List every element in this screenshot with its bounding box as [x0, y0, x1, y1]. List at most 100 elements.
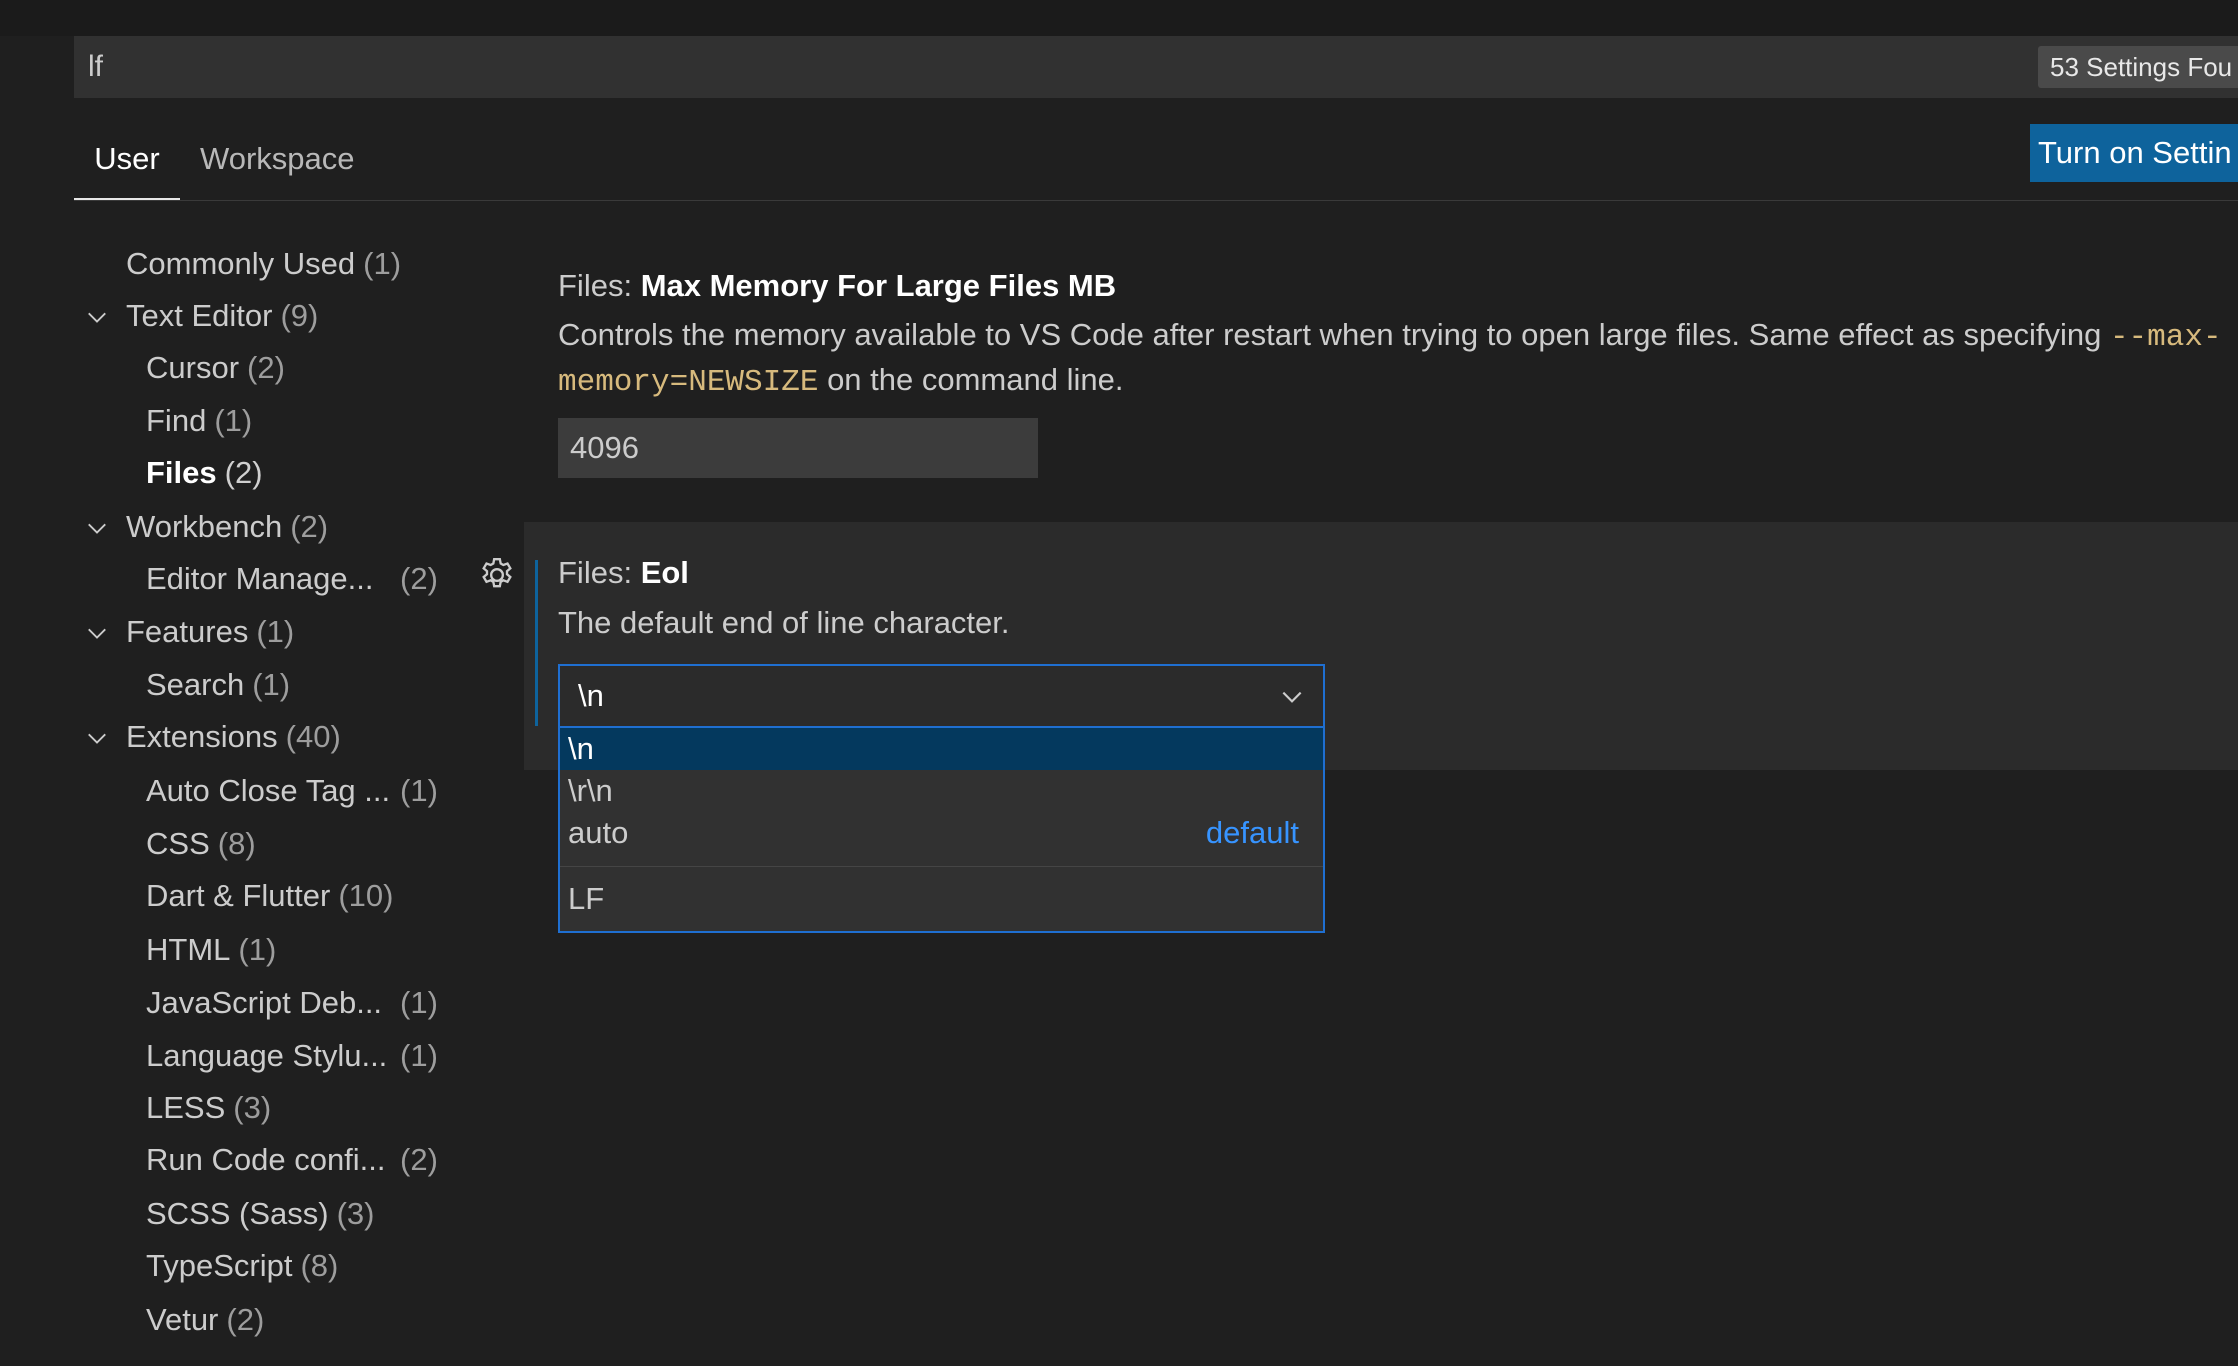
- toc-item-label: Commonly Used: [126, 246, 356, 281]
- toc-item-label: Files: [146, 455, 217, 490]
- toc-item-label: LESS: [146, 1090, 226, 1125]
- toc-item-count: (8): [300, 1248, 339, 1283]
- toc-item-label: Run Code confi...: [146, 1142, 386, 1177]
- toc-item-label: Find: [146, 403, 207, 438]
- setting-title-eol: Files: Eol: [558, 551, 689, 595]
- option-description: LF: [568, 881, 605, 916]
- settings-scope-tabs: User Workspace: [74, 130, 2238, 202]
- eol-select-value: \n: [578, 678, 604, 713]
- toc-item-label: TypeScript: [146, 1248, 293, 1283]
- toc-item-count: (1): [400, 1038, 438, 1073]
- toc-item-count: (2): [400, 1142, 438, 1177]
- settings-count-badge: 53 Settings Fou: [2038, 46, 2238, 88]
- toc-item-editor-manage[interactable]: Editor Manage... (2): [146, 555, 438, 603]
- toc-item-count: (1): [400, 985, 438, 1020]
- eol-dropdown-list: \n \r\n auto default LF: [558, 728, 1325, 933]
- toc-item-count: (1): [256, 614, 295, 649]
- toc-item-count: (1): [238, 932, 277, 967]
- tabs-divider: [74, 200, 2238, 201]
- toc-item-features[interactable]: Features (1): [88, 608, 295, 656]
- toc-item-label: Cursor: [146, 350, 240, 385]
- toc-item-label: Language Stylu...: [146, 1038, 388, 1073]
- toc-item-count: (2): [290, 509, 329, 544]
- toc-item-javascript-deb[interactable]: JavaScript Deb... (1): [146, 979, 438, 1027]
- setting-name: Max Memory For Large Files MB: [640, 268, 1117, 303]
- toc-item-files[interactable]: Files (2): [146, 449, 263, 497]
- toc-item-label: Workbench: [126, 509, 283, 544]
- search-input[interactable]: [88, 36, 1988, 98]
- turn-on-settings-sync-button[interactable]: Turn on Settin: [2030, 124, 2238, 182]
- toc-item-count: (3): [233, 1090, 272, 1125]
- toc-item-label: JavaScript Deb...: [146, 985, 383, 1020]
- tab-workspace[interactable]: Workspace: [200, 130, 355, 200]
- toc-item-label: CSS: [146, 826, 210, 861]
- gear-icon[interactable]: [477, 555, 517, 595]
- setting-category: Files:: [558, 555, 641, 590]
- toc-item-dart-flutter[interactable]: Dart & Flutter (10): [146, 872, 393, 920]
- toc-item-text-editor[interactable]: Text Editor (9): [88, 292, 319, 340]
- toc-item-cursor[interactable]: Cursor (2): [146, 344, 285, 392]
- toc-item-typescript[interactable]: TypeScript (8): [146, 1242, 338, 1290]
- toc-item-count: (2): [247, 350, 285, 385]
- search-bar: 53 Settings Fou: [74, 36, 2238, 98]
- focused-setting-indicator: [535, 560, 538, 726]
- description-text: Controls the memory available to VS Code…: [558, 317, 2110, 352]
- toc-item-label: SCSS (Sass): [146, 1196, 329, 1231]
- toc-item-extensions[interactable]: Extensions (40): [88, 713, 341, 761]
- toc-item-label: Editor Manage...: [146, 561, 374, 596]
- toc-item-label: Auto Close Tag ...: [146, 773, 391, 808]
- setting-category: Files:: [558, 268, 641, 303]
- toc-item-language-stylu[interactable]: Language Stylu... (1): [146, 1032, 438, 1080]
- chevron-down-icon[interactable]: [86, 517, 108, 539]
- toc-item-vetur[interactable]: Vetur (2): [146, 1296, 264, 1344]
- toc-item-auto-close-tag[interactable]: Auto Close Tag ... (1): [146, 767, 438, 815]
- setting-description-eol: The default end of line character.: [558, 605, 1010, 640]
- option-label: auto: [568, 815, 629, 850]
- toc-item-count: (40): [285, 719, 341, 754]
- toc-item-label: Search: [146, 667, 245, 702]
- description-text-end: on the command line.: [818, 362, 1124, 397]
- toc-item-label: Text Editor: [126, 298, 273, 333]
- settings-editor: 53 Settings Fou User Workspace Turn on S…: [0, 0, 2238, 1366]
- toc-item-label: Vetur: [146, 1302, 219, 1337]
- toc-item-less[interactable]: LESS (3): [146, 1084, 271, 1132]
- max-memory-input[interactable]: [558, 418, 1038, 478]
- option-default-badge: default: [1205, 815, 1299, 850]
- toc-item-count: (1): [363, 246, 402, 281]
- option-label: \r\n: [568, 773, 613, 808]
- eol-option-lf[interactable]: \n: [560, 728, 1323, 770]
- tab-user[interactable]: User: [74, 130, 180, 200]
- toc-item-label: Extensions: [126, 719, 278, 754]
- setting-description-max-memory: Controls the memory available to VS Code…: [558, 314, 2238, 404]
- toc-item-count: (2): [226, 1302, 265, 1337]
- eol-option-crlf[interactable]: \r\n: [560, 770, 1323, 812]
- eol-select[interactable]: \n: [558, 664, 1325, 728]
- toc-item-commonly-used[interactable]: Commonly Used (1): [126, 240, 401, 288]
- toc-item-label: Features: [126, 614, 249, 649]
- toc-item-count: (1): [214, 403, 253, 438]
- toc-item-run-code-confi[interactable]: Run Code confi... (2): [146, 1136, 438, 1184]
- toc-item-count: (9): [280, 298, 319, 333]
- setting-name: Eol: [640, 555, 689, 590]
- top-strip: [0, 0, 2238, 36]
- toc-item-workbench[interactable]: Workbench (2): [88, 503, 329, 551]
- toc-item-count: (1): [400, 773, 438, 808]
- toc-item-count: (10): [338, 878, 394, 913]
- toc-item-label: HTML: [146, 932, 231, 967]
- dropdown-divider: [560, 866, 1323, 867]
- chevron-down-icon[interactable]: [86, 622, 108, 644]
- chevron-down-icon: [1282, 691, 1302, 703]
- toc-item-count: (3): [336, 1196, 375, 1231]
- option-label: \n: [568, 731, 594, 766]
- toc-item-search[interactable]: Search (1): [146, 661, 290, 709]
- chevron-down-icon[interactable]: [86, 306, 108, 328]
- chevron-down-icon[interactable]: [86, 727, 108, 749]
- toc-item-find[interactable]: Find (1): [146, 397, 252, 445]
- toc-item-html[interactable]: HTML (1): [146, 926, 276, 974]
- toc-item-css[interactable]: CSS (8): [146, 820, 256, 868]
- eol-option-auto[interactable]: auto default: [560, 812, 1323, 854]
- toc-item-count: (8): [217, 826, 256, 861]
- toc-item-label: Dart & Flutter: [146, 878, 331, 913]
- toc-item-count: (1): [252, 667, 291, 702]
- toc-item-scss-sass[interactable]: SCSS (Sass) (3): [146, 1190, 375, 1238]
